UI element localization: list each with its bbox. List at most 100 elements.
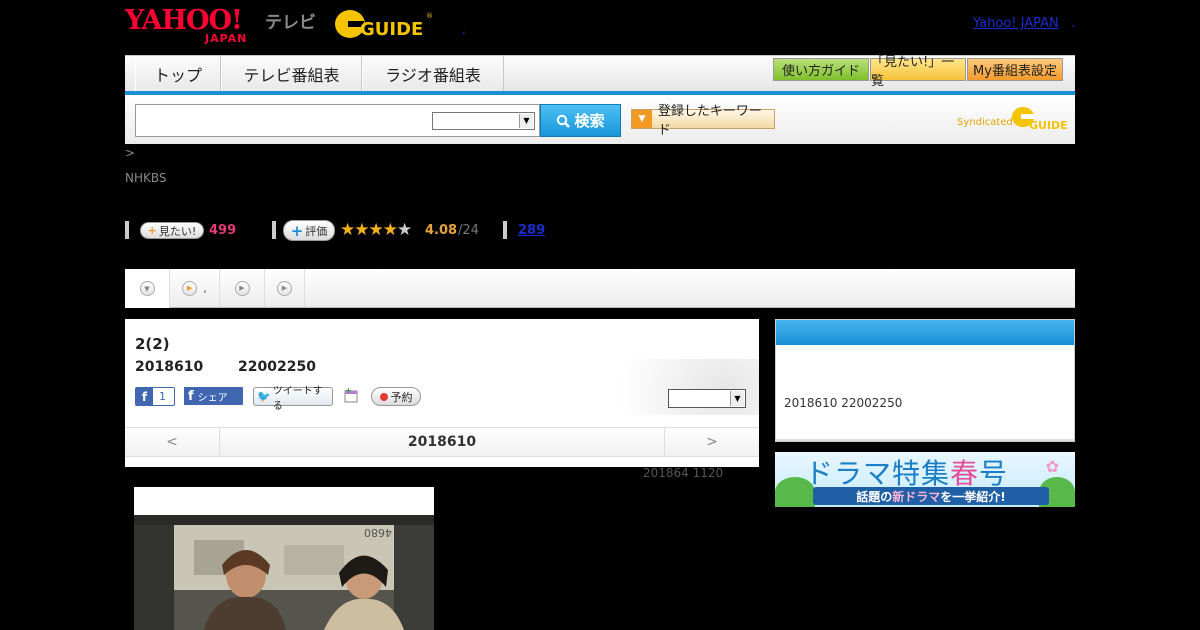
- program-date: 2018610: [135, 359, 204, 375]
- review-count-link[interactable]: 289: [518, 223, 545, 238]
- star-icon: ★: [368, 220, 384, 240]
- chevron-down-icon: ▼: [730, 391, 744, 406]
- gguide-logo[interactable]: GUIDE ®: [334, 8, 434, 40]
- pager-date: 2018610: [407, 434, 477, 450]
- search-button[interactable]: 検索: [540, 104, 621, 137]
- program-title: 2(2): [135, 335, 170, 353]
- side-info-text: 2018610 22002250: [784, 396, 903, 410]
- want-to-watch-label: 見たい!: [158, 224, 197, 238]
- banner-title: ドラマ特集春号: [805, 452, 1008, 492]
- tab-third[interactable]: ▶: [220, 269, 265, 307]
- syndicated-text: Syndicated: [957, 117, 1013, 128]
- banner-sub-new: 新ドラマ: [892, 489, 941, 504]
- play-icon: ▶: [182, 280, 198, 296]
- main-nav: トップ テレビ番組表 ラジオ番組表 使い方ガイド 「見たい!」一覧 My番組表設…: [125, 55, 1075, 91]
- rate-label: 評価: [305, 224, 328, 238]
- banner-sub-part: 話題の: [856, 489, 893, 504]
- record-reserve-button[interactable]: 予約: [371, 387, 421, 406]
- japan-logo-text: JAPAN: [205, 32, 248, 45]
- banner-title-part: 号: [979, 457, 1009, 490]
- want-to-watch-count: 499: [209, 223, 237, 238]
- tweet-button[interactable]: 🐦 ツイートする: [253, 386, 333, 412]
- saved-keywords-label: 登録したキーワード: [657, 104, 762, 138]
- banner-sub-part: を一挙紹介!: [940, 489, 1006, 504]
- pager-next-button[interactable]: >: [664, 428, 759, 456]
- triangle-down-icon: ▼: [632, 110, 652, 128]
- gguide-small-text: GUIDE: [1029, 119, 1068, 132]
- program-still-image: 4680: [134, 515, 434, 630]
- tab-info[interactable]: ▼: [125, 269, 170, 308]
- side-panel-header: [776, 320, 1074, 345]
- page: YAHOO! JAPAN テレビ GUIDE ® , Yahoo! JAPAN …: [0, 0, 1200, 630]
- my-schedule-button[interactable]: My番組表設定: [967, 58, 1063, 81]
- program-still-photo: 4680: [134, 515, 434, 630]
- nav-tab-top[interactable]: トップ: [135, 56, 221, 91]
- star-icon: ★: [354, 220, 369, 240]
- yahoo-japan-logo[interactable]: YAHOO! JAPAN: [125, 5, 263, 45]
- tv-logo-text[interactable]: テレビ: [265, 8, 316, 33]
- facebook-icon: f: [136, 388, 153, 405]
- program-time: 22002250: [238, 359, 316, 375]
- chevron-down-icon: ▼: [139, 281, 155, 296]
- facebook-icon: f: [188, 388, 194, 404]
- yahoo-japan-link[interactable]: Yahoo! JAPAN: [973, 16, 1059, 31]
- svg-text:4680: 4680: [364, 526, 392, 539]
- tweet-label: ツイートする: [272, 385, 323, 412]
- program-option-select[interactable]: ▼: [668, 389, 746, 408]
- breadcrumb[interactable]: >: [125, 146, 135, 160]
- program-detail-panel: 2(2) 2018610 22002250 f 1 f シェア 🐦 ツイートする…: [125, 319, 759, 467]
- header-link-separator: .: [1071, 16, 1076, 31]
- divider: [503, 221, 507, 239]
- nav-tab-radio-schedule[interactable]: ラジオ番組表: [362, 56, 504, 91]
- syndicated-gguide-logo: Syndicated GUIDE: [957, 105, 1069, 135]
- tab-second-label: ,: [203, 281, 207, 295]
- svg-text:®: ®: [426, 12, 433, 20]
- svg-text:+: +: [345, 387, 352, 395]
- guide-button[interactable]: 使い方ガイド: [773, 58, 869, 81]
- date-pager: < 2018610 >: [125, 427, 759, 457]
- star-icon: ★: [340, 220, 355, 240]
- chevron-down-icon: ▼: [519, 114, 533, 128]
- search-category-select[interactable]: ▼: [432, 112, 535, 130]
- divider: [272, 221, 276, 239]
- side-info-panel: 2018610 22002250: [775, 319, 1075, 442]
- program-image-frame: 4680: [134, 487, 434, 630]
- play-icon: ▶: [277, 280, 292, 296]
- facebook-share-label: シェア: [197, 392, 228, 404]
- facebook-share-button[interactable]: f シェア: [184, 387, 243, 405]
- tab-second[interactable]: ▶ ,: [170, 269, 220, 307]
- saved-keywords-button[interactable]: ▼ 登録したキーワード: [631, 104, 775, 138]
- twitter-bird-icon: 🐦: [257, 390, 271, 403]
- rating-value: 4.08: [425, 223, 458, 238]
- pager-prev-button[interactable]: <: [125, 428, 220, 456]
- update-note: 201864 1120: [643, 466, 724, 480]
- tab-fourth[interactable]: ▶: [265, 269, 305, 307]
- star-empty-icon: ★: [397, 220, 412, 240]
- gguide-logo-text: GUIDE: [360, 19, 423, 40]
- drama-special-banner[interactable]: ✿ ドラマ特集春号 話題の 新ドラマ を一挙紹介!: [775, 452, 1075, 507]
- plus-icon: +: [147, 224, 157, 237]
- flower-icon: ✿: [1045, 457, 1059, 476]
- divider: [125, 221, 129, 239]
- program-tabs: ▼ ▶ , ▶ ▶: [125, 269, 1075, 308]
- wish-list-button[interactable]: 「見たい!」一覧: [870, 55, 966, 89]
- nav-tab-tv-schedule[interactable]: テレビ番組表: [221, 56, 362, 91]
- plus-icon: +: [290, 221, 304, 240]
- star-icon: ★: [382, 220, 398, 240]
- calendar-add-icon[interactable]: +: [344, 387, 359, 403]
- banner-title-part: ドラマ特集: [805, 457, 951, 490]
- facebook-like-button[interactable]: f 1: [135, 387, 175, 406]
- gguide-small-icon: GUIDE: [1012, 107, 1068, 132]
- rating-count: /24: [458, 223, 479, 238]
- gguide-logo-icon: GUIDE ®: [335, 10, 433, 40]
- record-reserve-label: 予約: [390, 390, 413, 404]
- play-icon: ▶: [234, 280, 250, 296]
- rate-button[interactable]: + 評価: [283, 220, 335, 241]
- want-to-watch-button[interactable]: + 見たい!: [140, 222, 204, 239]
- channel-name: NHKBS: [125, 171, 167, 185]
- search-icon: [557, 114, 571, 128]
- record-dot-icon: [379, 392, 388, 401]
- facebook-like-count: 1: [159, 390, 166, 403]
- rating-stars: ★★★★★: [340, 220, 412, 240]
- side-panel-bottom-line: [776, 439, 1074, 441]
